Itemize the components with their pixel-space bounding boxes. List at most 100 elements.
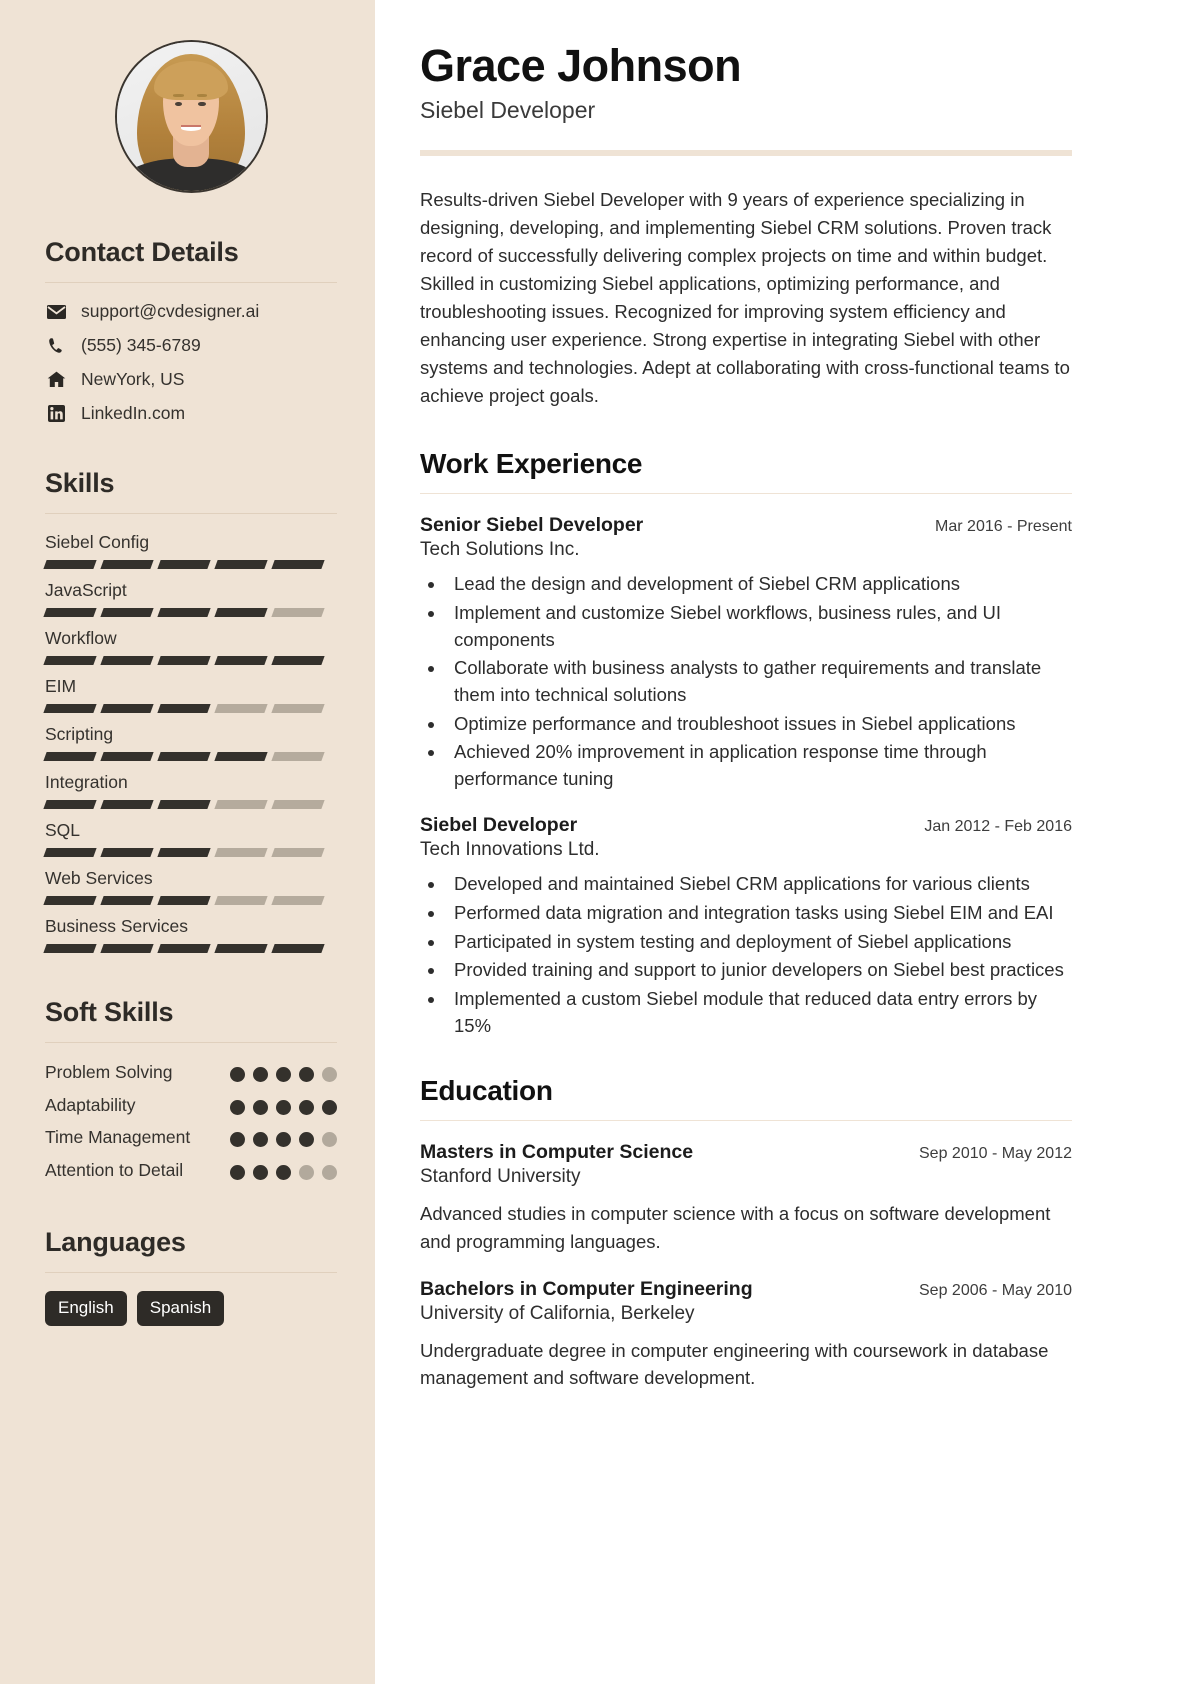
work-entry-bullets: Lead the design and development of Siebe…	[446, 571, 1072, 792]
resume-document: Contact Details support@cvdesigner.ai (5…	[0, 0, 1200, 1684]
work-entry-company: Tech Solutions Inc.	[420, 539, 580, 561]
work-entry-header: Senior Siebel Developer Mar 2016 - Presen…	[420, 514, 1072, 537]
skill-level-segment	[100, 944, 154, 953]
soft-skill-label: Adaptability	[45, 1094, 136, 1115]
language-pill: Spanish	[136, 1290, 225, 1326]
skill-level-segment	[271, 848, 325, 857]
skills-section: Skills Siebel Config JavaScript Workflow EI…	[43, 468, 337, 953]
languages-section: Languages English Spanish	[45, 1227, 337, 1326]
education-entry-school: Stanford University	[420, 1166, 581, 1188]
skill-level-segment	[43, 656, 97, 665]
skill-level-segment	[214, 944, 268, 953]
list-item: Lead the design and development of Siebe…	[446, 571, 1072, 598]
skill-label: Siebel Config	[45, 532, 150, 552]
rating-dot	[322, 1099, 337, 1115]
skill-level-bars	[43, 704, 337, 713]
skill-label: Integration	[45, 772, 128, 792]
list-item: Implemented a custom Siebel module that …	[446, 986, 1072, 1039]
education-entry: Masters in Computer Science Sep 2010 - Ma…	[420, 1141, 1072, 1256]
work-experience-section: Work Experience Senior Siebel Developer M…	[420, 448, 1072, 1039]
education-entry-degree: Bachelors in Computer Engineering	[420, 1277, 753, 1300]
linkedin-icon	[45, 405, 67, 422]
skill-level-segment	[214, 608, 268, 617]
skills-heading: Skills	[45, 468, 115, 498]
soft-skill-item: Attention to Detail	[45, 1159, 337, 1183]
professional-summary: Results-driven Siebel Developer with 9 y…	[420, 188, 1070, 407]
skill-label: EIM	[45, 676, 77, 696]
header-divider	[420, 149, 1072, 156]
contact-value-email: support@cvdesigner.ai	[81, 301, 260, 321]
education-entry-header: Bachelors in Computer Engineering Sep 200…	[420, 1278, 1072, 1301]
skill-level-bars	[43, 944, 337, 953]
work-entry: Senior Siebel Developer Mar 2016 - Presen…	[420, 514, 1072, 792]
list-item: Implement and customize Siebel workflows…	[446, 600, 1072, 653]
contact-item-phone[interactable]: (555) 345-6789	[45, 335, 337, 356]
soft-skill-rating-dots	[230, 1126, 337, 1148]
skill-level-segment	[157, 752, 211, 761]
education-entry-school: University of California, Berkeley	[420, 1302, 695, 1324]
rating-dot	[299, 1164, 314, 1180]
skill-level-segment	[157, 656, 211, 665]
work-entry-date: Mar 2016 - Present	[935, 518, 1072, 536]
education-entry-date: Sep 2010 - May 2012	[919, 1145, 1072, 1163]
skill-label: Web Services	[45, 868, 153, 888]
soft-skill-item: Problem Solving	[45, 1061, 337, 1085]
contact-value-location: NewYork, US	[81, 369, 185, 389]
skill-level-segment	[43, 704, 97, 713]
rating-dot	[276, 1099, 291, 1115]
soft-skill-label: Time Management	[45, 1127, 191, 1148]
rating-dot	[299, 1132, 314, 1148]
skill-level-segment	[43, 848, 97, 857]
profile-photo-wrap	[45, 40, 337, 193]
skill-level-segment	[43, 608, 97, 617]
skill-level-segment	[157, 608, 211, 617]
soft-skill-rating-dots	[230, 1159, 337, 1180]
skill-item: SQL	[43, 820, 337, 857]
skill-item: JavaScript	[43, 580, 337, 617]
skill-item: EIM	[43, 676, 337, 713]
skill-item: Business Services	[43, 916, 337, 953]
work-experience-list: Senior Siebel Developer Mar 2016 - Presen…	[420, 514, 1072, 1039]
skill-level-bars	[43, 848, 337, 857]
contact-value-phone: (555) 345-6789	[81, 335, 201, 355]
skill-level-segment	[214, 800, 268, 809]
education-entry: Bachelors in Computer Engineering Sep 200…	[420, 1278, 1072, 1393]
skill-level-segment	[100, 656, 154, 665]
list-item: Developed and maintained Siebel CRM appl…	[446, 871, 1072, 898]
skill-level-segment	[100, 896, 154, 905]
work-entry-bullets: Developed and maintained Siebel CRM appl…	[446, 871, 1072, 1039]
soft-skill-label: Attention to Detail	[45, 1159, 184, 1180]
skill-level-segment	[157, 848, 211, 857]
contact-item-location[interactable]: NewYork, US	[45, 369, 337, 390]
language-pill: English	[45, 1290, 127, 1326]
rating-dot	[322, 1067, 337, 1082]
work-entry-title: Senior Siebel Developer	[420, 514, 644, 537]
education-heading: Education	[420, 1075, 553, 1107]
list-item: Performed data migration and integration…	[446, 900, 1072, 927]
education-entry-degree: Masters in Computer Science	[420, 1141, 694, 1164]
skill-level-bars	[43, 800, 337, 809]
rating-dot	[299, 1067, 314, 1082]
sidebar: Contact Details support@cvdesigner.ai (5…	[0, 0, 375, 1684]
skill-level-segment	[43, 896, 97, 905]
rating-dot	[230, 1132, 245, 1148]
main-content: Grace Johnson Siebel Developer Results-d…	[375, 0, 1200, 1684]
contact-item-email[interactable]: support@cvdesigner.ai	[45, 301, 337, 322]
skill-item: Scripting	[43, 724, 337, 761]
skill-level-segment	[271, 560, 325, 569]
skill-level-segment	[271, 752, 325, 761]
soft-skill-rating-dots	[230, 1094, 337, 1115]
skill-level-segment	[271, 896, 325, 905]
work-entry: Siebel Developer Jan 2012 - Feb 2016 Tech …	[420, 814, 1072, 1039]
skill-level-segment	[214, 560, 268, 569]
skill-item: Siebel Config	[43, 532, 337, 569]
skill-label: JavaScript	[45, 580, 127, 600]
divider	[420, 493, 1072, 495]
skill-level-segment	[43, 752, 97, 761]
list-item: Achieved 20% improvement in application …	[446, 739, 1072, 792]
education-entry-description: Advanced studies in computer science wit…	[420, 1203, 1051, 1252]
contact-item-linkedin[interactable]: LinkedIn.com	[45, 403, 337, 424]
education-list: Masters in Computer Science Sep 2010 - Ma…	[420, 1141, 1072, 1392]
soft-skills-section: Soft Skills Problem Solving Adaptability T…	[45, 997, 337, 1183]
skill-level-segment	[157, 704, 211, 713]
